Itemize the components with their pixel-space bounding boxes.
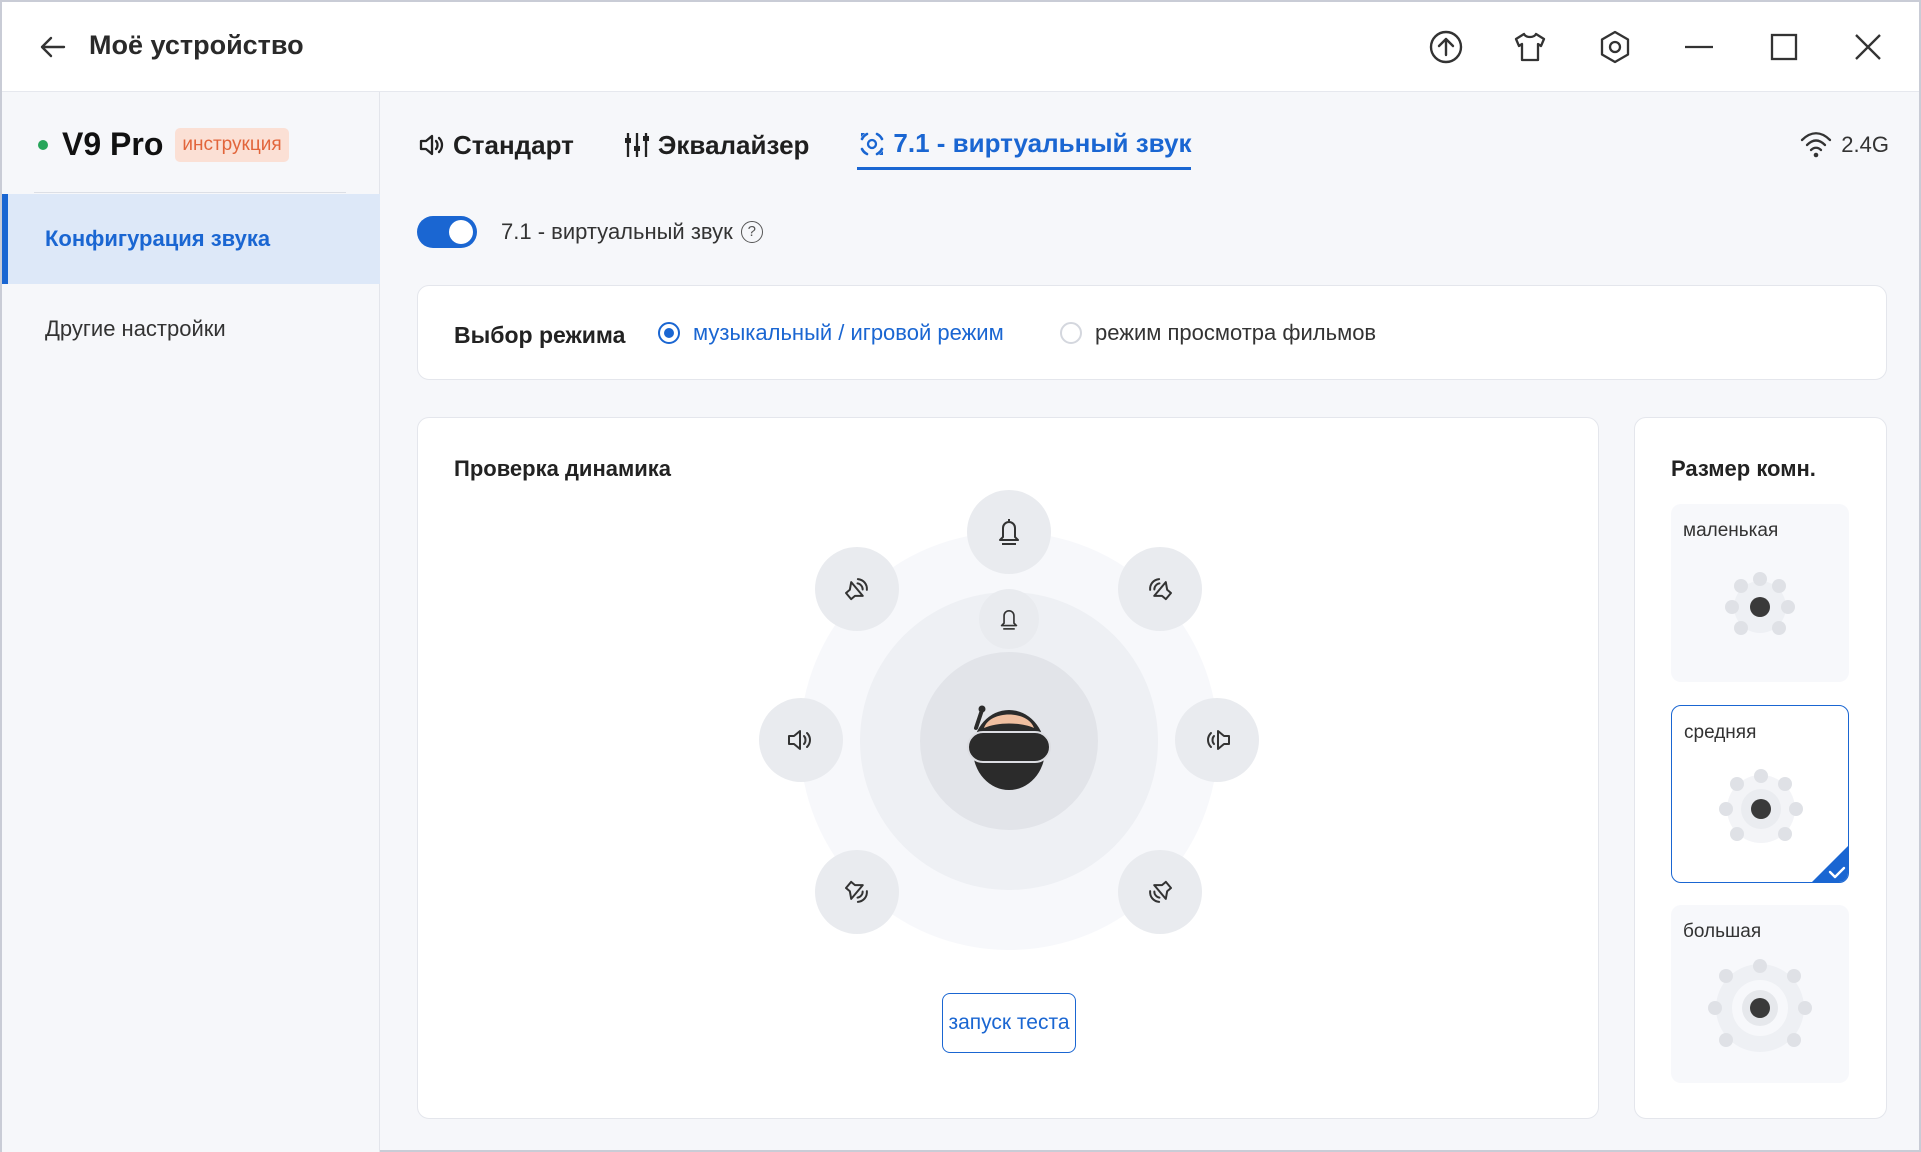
tab-standard[interactable]: Стандарт — [417, 130, 574, 169]
mode-option-label: режим просмотра фильмов — [1095, 320, 1377, 345]
speaker-side-left[interactable] — [759, 698, 843, 782]
sidebar-item-sound-config[interactable]: Конфигурация звука — [2, 194, 380, 284]
tab-label: Эквалайзер — [657, 129, 810, 160]
speaker-icon — [1207, 730, 1230, 750]
room-option-label: большая — [1683, 921, 1762, 942]
speaker-icon — [419, 134, 444, 156]
room-size-title: Размер комн. — [1671, 456, 1816, 481]
mode-selection-panel: Выбор режима музыкальный / игровой режим… — [417, 285, 1887, 380]
speaker-side-right[interactable] — [1175, 698, 1259, 782]
speaker-test-panel: Проверка динамика запуск теста — [417, 417, 1599, 1119]
start-test-button[interactable]: запуск теста — [942, 993, 1076, 1053]
speaker-front-right[interactable] — [1118, 547, 1202, 631]
shirt-icon[interactable] — [1510, 27, 1550, 67]
room-option-large[interactable]: большая — [1671, 905, 1849, 1083]
room-size-panel: Размер комн. маленькая средняя большая — [1634, 417, 1887, 1119]
room-option-medium[interactable]: средняя — [1671, 705, 1849, 883]
upload-icon[interactable] — [1426, 27, 1466, 67]
speaker-center[interactable] — [967, 490, 1051, 574]
tab-virtual-sound[interactable]: 7.1 - виртуальный звук — [857, 128, 1192, 170]
virtual-sound-label: 7.1 - виртуальный звук — [501, 219, 733, 244]
bell-speaker-icon — [1000, 610, 1018, 630]
room-medium-diagram — [1719, 769, 1803, 843]
equalizer-icon — [624, 133, 649, 157]
selected-check-icon — [1812, 846, 1848, 882]
sidebar-divider — [34, 192, 346, 193]
tab-bar: Стандарт Эквалайзер 7.1 - виртуальный зв… — [417, 128, 1239, 170]
title-bar: Моё устройство — [2, 2, 1919, 92]
room-small-diagram — [1725, 572, 1795, 635]
room-option-label: средняя — [1684, 722, 1757, 743]
main-content: Стандарт Эквалайзер 7.1 - виртуальный зв… — [381, 92, 1921, 1152]
radio-checked-icon — [658, 322, 680, 344]
listener-head-icon — [954, 688, 1064, 798]
connection-indicator: 2.4G — [1799, 130, 1889, 160]
minimize-icon[interactable] — [1679, 27, 1719, 67]
mode-option-movie[interactable]: режим просмотра фильмов — [1060, 320, 1376, 346]
close-icon[interactable] — [1848, 27, 1888, 67]
angled-speaker-icon — [845, 880, 868, 903]
room-option-small[interactable]: маленькая — [1671, 504, 1849, 682]
mode-title: Выбор режима — [454, 322, 626, 348]
angled-speaker-icon — [1149, 880, 1172, 903]
virtual-sound-toggle-row: 7.1 - виртуальный звук ? — [417, 216, 763, 248]
tab-label: 7.1 - виртуальный звук — [893, 128, 1192, 158]
speaker-icon — [788, 730, 811, 750]
room-large-diagram — [1708, 959, 1812, 1052]
maximize-icon[interactable] — [1764, 27, 1804, 67]
virtual-sound-toggle[interactable] — [417, 216, 477, 248]
bell-speaker-icon — [999, 519, 1019, 545]
wifi-icon — [1801, 132, 1832, 158]
manual-badge[interactable]: инструкция — [175, 127, 289, 162]
mode-option-label: музыкальный / игровой режим — [693, 320, 1004, 345]
mode-option-music-game[interactable]: музыкальный / игровой режим — [658, 320, 1004, 346]
tab-equalizer[interactable]: Эквалайзер — [622, 129, 810, 169]
back-arrow-icon[interactable] — [36, 30, 70, 64]
speaker-test-title: Проверка динамика — [454, 456, 672, 481]
window-title: Моё устройство — [89, 30, 304, 60]
surround-icon — [861, 132, 884, 155]
speaker-subwoofer[interactable] — [979, 589, 1039, 649]
speaker-rear-left[interactable] — [815, 850, 899, 934]
angled-speaker-icon — [845, 578, 868, 601]
sidebar: V9 Pro инструкция Конфигурация звука Дру… — [2, 92, 380, 1152]
speaker-front-left[interactable] — [815, 547, 899, 631]
radio-unchecked-icon — [1060, 322, 1082, 344]
settings-hex-icon[interactable] — [1595, 27, 1635, 67]
sidebar-item-label: Конфигурация звука — [45, 226, 271, 251]
room-option-label: маленькая — [1683, 520, 1779, 541]
sidebar-item-other-settings[interactable]: Другие настройки — [2, 284, 380, 374]
angled-speaker-icon — [1149, 578, 1172, 601]
device-name: V9 Pro — [62, 126, 164, 162]
connection-status-dot — [38, 139, 48, 150]
speaker-rear-right[interactable] — [1118, 850, 1202, 934]
sidebar-item-label: Другие настройки — [45, 316, 226, 341]
help-icon[interactable]: ? — [740, 221, 763, 243]
device-header: V9 Pro инструкция — [38, 126, 289, 163]
connection-label: 2.4G — [1841, 132, 1889, 157]
app-window: Моё устройство V9 Pro инструкция Конфигу… — [0, 0, 1921, 1152]
tab-label: Стандарт — [453, 129, 574, 160]
